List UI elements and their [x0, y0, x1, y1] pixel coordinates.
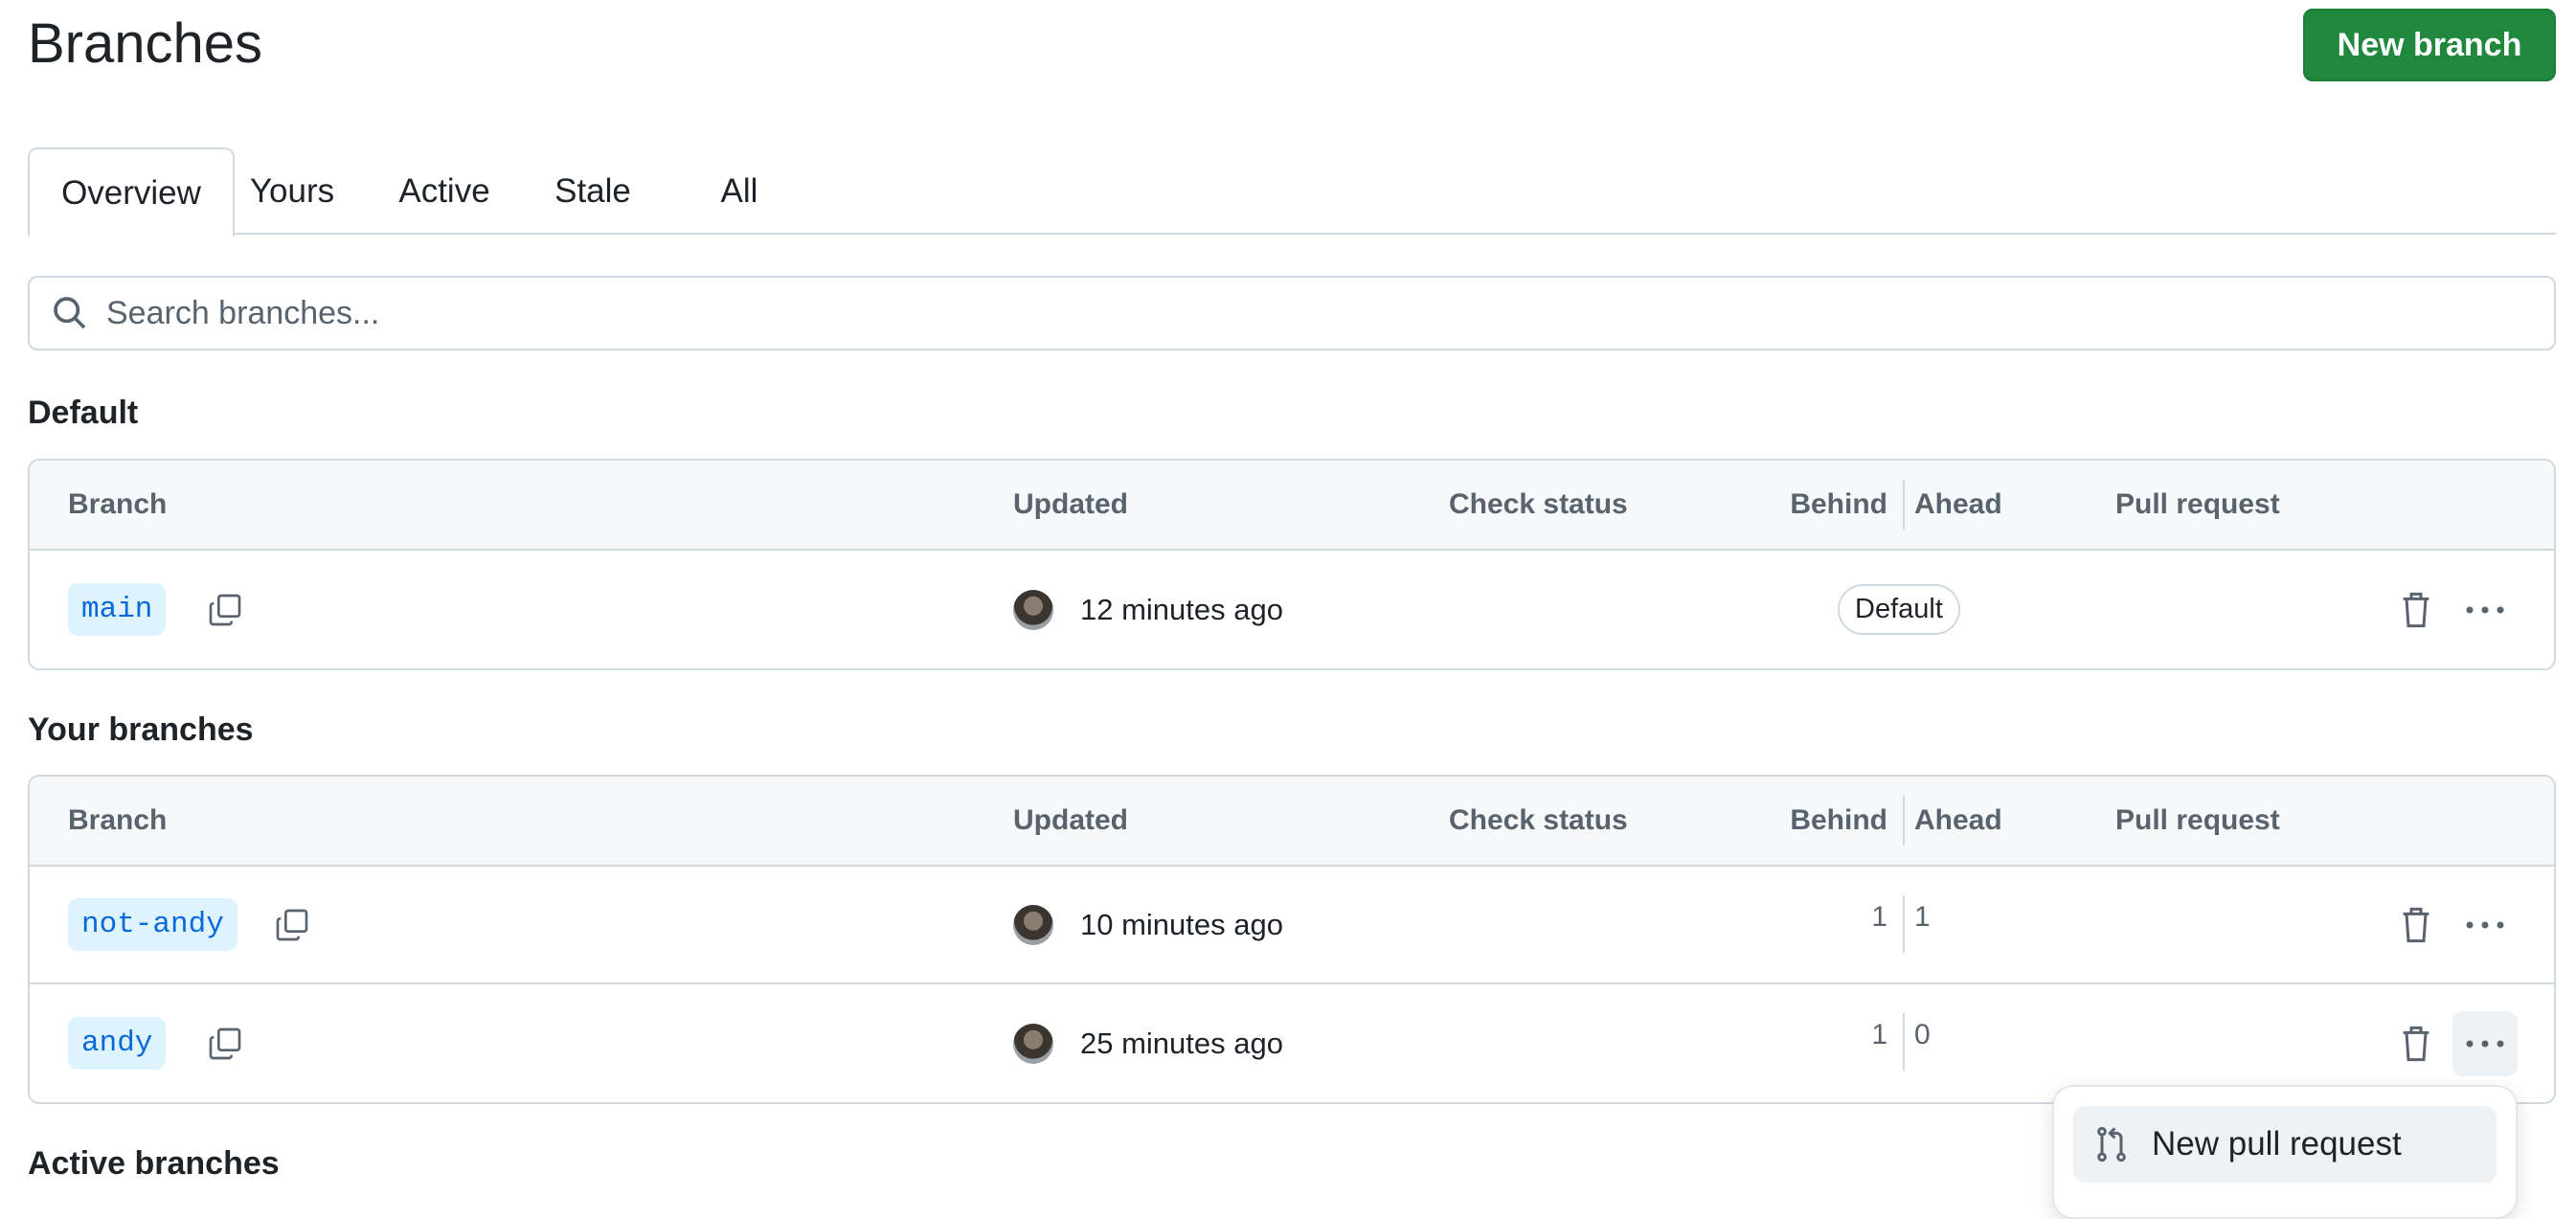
col-pull-request: Pull request — [2115, 804, 2280, 836]
avatar — [1013, 1023, 1053, 1064]
behind-ahead-bar — [1903, 895, 1905, 953]
git-pull-request-icon — [2097, 1126, 2126, 1163]
tab-all[interactable]: All — [706, 147, 773, 235]
col-branch: Branch — [68, 488, 168, 520]
col-updated: Updated — [1013, 488, 1128, 520]
branch-name-link[interactable]: andy — [68, 1017, 167, 1070]
col-behind: Behind — [1790, 804, 1887, 836]
col-ahead: Ahead — [1914, 804, 2002, 836]
more-options-icon[interactable] — [2452, 577, 2518, 643]
tab-bar: Overview Yours Active Stale All — [28, 147, 2556, 237]
tab-active[interactable]: Active — [392, 147, 497, 235]
search-icon — [54, 297, 86, 329]
col-updated: Updated — [1013, 804, 1128, 836]
trash-icon[interactable] — [2384, 892, 2449, 958]
ahead-count: 0 — [1914, 1019, 1931, 1050]
branch-name-link[interactable]: main — [68, 583, 167, 636]
new-pull-request-menu-item[interactable]: New pull request — [2073, 1106, 2497, 1183]
behind-ahead-bar — [1903, 1013, 1905, 1071]
your-branches-table: Branch Updated Check status Behind Ahead… — [28, 775, 2556, 1104]
table-header: Branch Updated Check status Behind Ahead… — [30, 461, 2554, 551]
tab-yours[interactable]: Yours — [244, 147, 340, 235]
updated-time: 25 minutes ago — [1080, 1026, 1283, 1060]
page-title: Branches — [28, 12, 263, 75]
search-box — [28, 276, 2556, 350]
col-check-status: Check status — [1449, 804, 1628, 836]
tab-overview[interactable]: Overview — [28, 147, 235, 237]
default-badge: Default — [1838, 584, 1960, 635]
default-branch-table: Branch Updated Check status Behind Ahead… — [28, 459, 2556, 670]
avatar — [1013, 589, 1053, 630]
section-title-active-branches: Active branches — [28, 1145, 280, 1182]
table-row: not-andy 10 minutes ago 1 1 — [30, 867, 2554, 984]
more-options-icon[interactable] — [2452, 892, 2518, 958]
behind-count: 1 — [1871, 901, 1887, 933]
tab-stale[interactable]: Stale — [545, 147, 641, 235]
ahead-count: 1 — [1914, 901, 1931, 933]
col-behind: Behind — [1790, 488, 1887, 520]
section-title-default: Default — [28, 395, 139, 431]
section-title-your-branches: Your branches — [28, 711, 254, 748]
col-ahead: Ahead — [1914, 488, 2002, 520]
trash-icon[interactable] — [2384, 1011, 2449, 1076]
avatar — [1013, 904, 1053, 945]
copy-icon[interactable] — [192, 1011, 258, 1076]
updated-time: 10 minutes ago — [1080, 907, 1283, 941]
copy-icon[interactable] — [260, 892, 325, 958]
new-branch-button[interactable]: New branch — [2303, 9, 2556, 81]
menu-item-label: New pull request — [2152, 1125, 2402, 1163]
col-branch: Branch — [68, 804, 168, 836]
behind-count: 1 — [1871, 1019, 1887, 1050]
branch-actions-menu: New pull request — [2052, 1085, 2518, 1219]
more-options-icon[interactable] — [2452, 1010, 2518, 1076]
table-header: Branch Updated Check status Behind Ahead… — [30, 777, 2554, 867]
col-check-status: Check status — [1449, 488, 1628, 520]
table-row: main 12 minutes ago Default — [30, 551, 2554, 668]
col-pull-request: Pull request — [2115, 488, 2280, 520]
column-divider — [1903, 480, 1905, 530]
branch-name-link[interactable]: not-andy — [68, 898, 237, 951]
column-divider — [1903, 796, 1905, 846]
search-input[interactable] — [106, 294, 2405, 332]
copy-icon[interactable] — [192, 577, 258, 643]
trash-icon[interactable] — [2384, 577, 2449, 643]
updated-time: 12 minutes ago — [1080, 592, 1283, 626]
